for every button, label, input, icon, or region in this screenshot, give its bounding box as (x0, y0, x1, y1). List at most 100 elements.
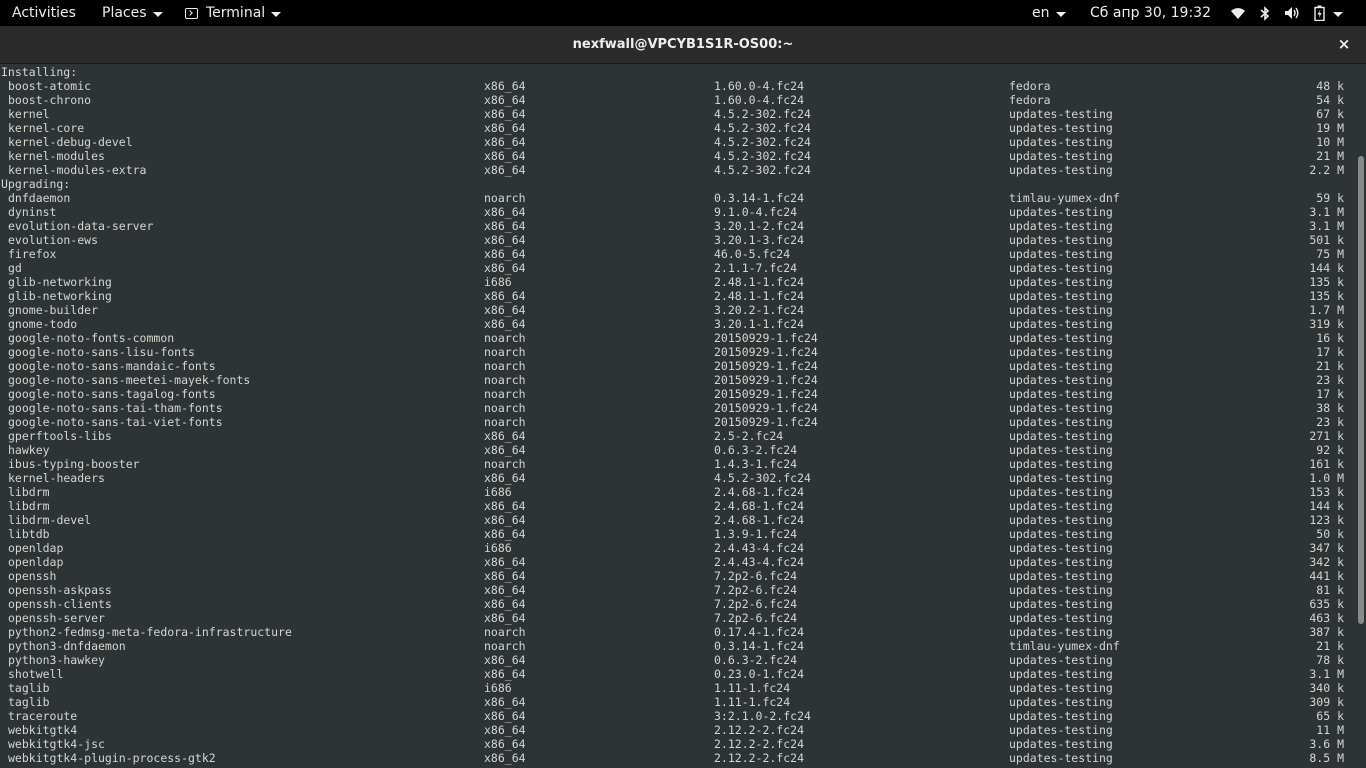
package-version: 3.20.2-1.fc24 (714, 303, 805, 317)
package-row: evolution-ews x86_64 3.20.1-3.fc24 updates-… (0, 233, 1356, 247)
app-menu-label: Terminal (206, 5, 266, 21)
package-arch: x86_64 (484, 317, 526, 331)
package-repo: updates-testing (1009, 541, 1113, 555)
package-name: python2-fedmsg-meta-fedora-infrastructur… (8, 625, 292, 639)
package-version: 20150929-1.fc24 (714, 387, 818, 401)
package-row: gperftools-libs x86_64 2.5-2.fc24 updates-t… (0, 429, 1356, 443)
package-name: google-noto-sans-meetei-mayek-fonts (8, 373, 251, 387)
package-version: 2.4.68-1.fc24 (714, 513, 805, 527)
package-name: openssh-askpass (8, 583, 112, 597)
package-size: 144 k (1309, 499, 1344, 513)
keyboard-layout-indicator[interactable]: en (1032, 0, 1066, 26)
package-name: google-noto-sans-tai-viet-fonts (8, 415, 223, 429)
package-size: 21 M (1316, 149, 1344, 163)
package-size: 3.1 M (1309, 219, 1344, 233)
package-arch: noarch (484, 639, 526, 653)
activities-button[interactable]: Activities (12, 0, 76, 26)
package-row: glib-networking i686 2.48.1-1.fc24 updates-… (0, 275, 1356, 289)
package-row: boost-atomic x86_64 1.60.0-4.fc24 fedora 48 … (0, 79, 1356, 93)
package-row: traceroute x86_64 3:2.1.0-2.fc24 updates-te… (0, 709, 1356, 723)
package-version: 7.2p2-6.fc24 (714, 583, 798, 597)
package-size: 21 k (1316, 359, 1344, 373)
package-version: 2.5-2.fc24 (714, 429, 784, 443)
package-repo: updates-testing (1009, 681, 1113, 695)
package-arch: x86_64 (484, 121, 526, 135)
package-repo: updates-testing (1009, 219, 1113, 233)
chevron-down-icon (1055, 11, 1066, 17)
package-row: boost-chrono x86_64 1.60.0-4.fc24 fedora 54 … (0, 93, 1356, 107)
package-row: python3-hawkey x86_64 0.6.3-2.fc24 updates-… (0, 653, 1356, 667)
package-repo: updates-testing (1009, 653, 1113, 667)
package-version: 9.1.0-4.fc24 (714, 205, 798, 219)
package-version: 7.2p2-6.fc24 (714, 569, 798, 583)
package-arch: noarch (484, 415, 526, 429)
package-version: 3.20.1-3.fc24 (714, 233, 805, 247)
package-name: google-noto-sans-tai-tham-fonts (8, 401, 223, 415)
package-repo: updates-testing (1009, 723, 1113, 737)
close-button[interactable]: × (1334, 34, 1354, 54)
package-arch: x86_64 (484, 429, 526, 443)
package-repo: updates-testing (1009, 625, 1113, 639)
package-arch: i686 (484, 541, 512, 555)
app-menu[interactable]: Terminal (185, 0, 282, 26)
package-size: 8.5 M (1309, 751, 1344, 765)
package-name: openssh (8, 569, 57, 583)
package-version: 1.3.9-1.fc24 (714, 527, 798, 541)
package-size: 3.6 M (1309, 737, 1344, 751)
package-row: google-noto-sans-lisu-fonts noarch 2015092… (0, 345, 1356, 359)
package-version: 1.60.0-4.fc24 (714, 79, 805, 93)
system-status-menu[interactable] (1230, 0, 1343, 26)
package-name: gperftools-libs (8, 429, 112, 443)
package-version: 2.12.2-2.fc24 (714, 723, 805, 737)
upgrading-header: Upgrading: (1, 177, 71, 191)
package-arch: i686 (484, 681, 512, 695)
terminal-output[interactable]: Installing: boost-atomic x86_64 1.60.0-4.fc… (0, 64, 1356, 768)
clock[interactable]: Сб апр 30, 19:32 (1090, 0, 1211, 26)
package-name: google-noto-sans-tagalog-fonts (8, 387, 216, 401)
package-version: 20150929-1.fc24 (714, 401, 818, 415)
places-menu[interactable]: Places (102, 0, 163, 26)
package-repo: updates-testing (1009, 303, 1113, 317)
package-row: google-noto-fonts-common noarch 20150929-1… (0, 331, 1356, 345)
package-row: libdrm-devel x86_64 2.4.68-1.fc24 updates-t… (0, 513, 1356, 527)
package-row: webkitgtk4-plugin-process-gtk2 x86_64 2.12… (0, 751, 1356, 765)
package-size: 19 M (1316, 121, 1344, 135)
package-name: gd (8, 261, 22, 275)
package-name: libtdb (8, 527, 50, 541)
scrollbar-thumb[interactable] (1358, 156, 1364, 624)
package-name: google-noto-fonts-common (8, 331, 175, 345)
package-row: gnome-todo x86_64 3.20.1-1.fc24 updates-tes… (0, 317, 1356, 331)
package-size: 135 k (1309, 275, 1344, 289)
package-arch: x86_64 (484, 737, 526, 751)
package-name: gnome-builder (8, 303, 99, 317)
package-row: dyninst x86_64 9.1.0-4.fc24 updates-testing… (0, 205, 1356, 219)
package-repo: updates-testing (1009, 709, 1113, 723)
package-size: 48 k (1316, 79, 1344, 93)
package-name: webkitgtk4-plugin-process-gtk2 (8, 751, 216, 765)
package-name: openldap (8, 555, 64, 569)
package-row: libdrm x86_64 2.4.68-1.fc24 updates-testing… (0, 499, 1356, 513)
package-version: 0.17.4-1.fc24 (714, 625, 805, 639)
keyboard-layout-label: en (1032, 5, 1050, 21)
package-row: kernel-modules-extra x86_64 4.5.2-302.fc24… (0, 163, 1356, 177)
close-icon: × (1337, 35, 1351, 53)
package-arch: x86_64 (484, 667, 526, 681)
package-repo: updates-testing (1009, 737, 1113, 751)
package-size: 153 k (1309, 485, 1344, 499)
package-size: 10 M (1316, 135, 1344, 149)
package-arch: i686 (484, 275, 512, 289)
package-repo: updates-testing (1009, 695, 1113, 709)
package-version: 0.6.3-2.fc24 (714, 443, 798, 457)
package-version: 1.11-1.fc24 (714, 681, 791, 695)
window-titlebar[interactable]: nexfwall@VPCYB1S1R-OS00:~ × (0, 26, 1366, 64)
package-version: 2.4.68-1.fc24 (714, 485, 805, 499)
package-version: 2.4.68-1.fc24 (714, 499, 805, 513)
package-name: dnfdaemon (8, 191, 71, 205)
package-size: 92 k (1316, 443, 1344, 457)
package-name: shotwell (8, 667, 64, 681)
scrollbar[interactable] (1356, 64, 1366, 768)
package-arch: x86_64 (484, 513, 526, 527)
package-row: openssh-askpass x86_64 7.2p2-6.fc24 updates… (0, 583, 1356, 597)
package-arch: noarch (484, 345, 526, 359)
package-arch: x86_64 (484, 233, 526, 247)
